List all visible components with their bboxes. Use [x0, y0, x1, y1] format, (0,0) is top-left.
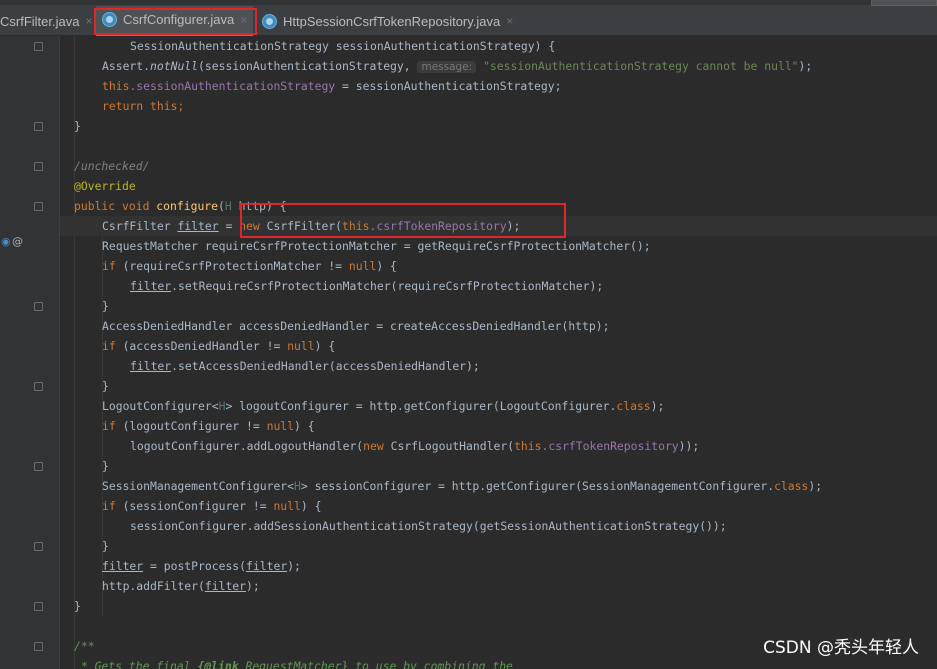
tab-label: CsrfFilter.java	[0, 13, 80, 29]
fold-marker-icon[interactable]	[34, 602, 43, 611]
fold-marker-icon[interactable]	[34, 302, 43, 311]
code-line: this.sessionAuthenticationStrategy = ses…	[102, 79, 562, 93]
code-line-current: CsrfFilter filter = new CsrfFilter(this.…	[60, 216, 937, 236]
code-line: return this;	[102, 99, 185, 113]
editor-gutter: ◉ @	[0, 36, 60, 669]
code-line: }	[102, 299, 109, 313]
code-line: if (requireCsrfProtectionMatcher != null…	[102, 259, 397, 273]
fold-marker-icon[interactable]	[34, 42, 43, 51]
fold-marker-icon[interactable]	[34, 642, 43, 651]
close-icon[interactable]: ×	[240, 13, 247, 27]
code-line: }	[102, 539, 109, 553]
java-class-icon	[262, 13, 277, 29]
code-line: }	[74, 599, 81, 613]
code-line: SessionManagementConfigurer<H> sessionCo…	[102, 479, 823, 493]
code-line: if (sessionConfigurer != null) {	[102, 499, 322, 513]
tab-csrf-configurer[interactable]: CsrfConfigurer.java ×	[96, 6, 254, 36]
fold-marker-icon[interactable]	[34, 202, 43, 211]
watermark: CSDN @秃头年轻人	[763, 638, 919, 658]
code-line: }	[74, 119, 81, 133]
java-class-icon	[102, 12, 117, 27]
code-line: filter = postProcess(filter);	[102, 559, 301, 573]
code-line: AccessDeniedHandler accessDeniedHandler …	[102, 319, 610, 333]
code-line: LogoutConfigurer<H> logoutConfigurer = h…	[102, 399, 665, 413]
fold-marker-icon[interactable]	[34, 542, 43, 551]
tab-label: CsrfConfigurer.java	[123, 12, 235, 27]
code-line: @Override	[74, 179, 136, 193]
code-line: if (logoutConfigurer != null) {	[102, 419, 315, 433]
code-line: RequestMatcher requireCsrfProtectionMatc…	[102, 239, 651, 253]
fold-marker-icon[interactable]	[34, 462, 43, 471]
code-line: logoutConfigurer.addLogoutHandler(new Cs…	[130, 439, 700, 453]
tab-http-session-csrf-token-repository[interactable]: HttpSessionCsrfTokenRepository.java ×	[262, 6, 513, 36]
fold-marker-icon[interactable]	[34, 122, 43, 131]
code-line: filter.setAccessDeniedHandler(accessDeni…	[130, 359, 480, 373]
code-line: }	[102, 459, 109, 473]
code-line: if (accessDeniedHandler != null) {	[102, 339, 336, 353]
code-line: public void configure(H http) {	[74, 199, 287, 213]
code-line: SessionAuthenticationStrategy sessionAut…	[130, 39, 556, 53]
code-line: filter.setRequireCsrfProtectionMatcher(r…	[130, 279, 604, 293]
implements-marker-icon[interactable]: ◉	[1, 235, 11, 248]
fold-marker-icon[interactable]	[34, 162, 43, 171]
code-line: /unchecked/	[74, 159, 150, 173]
tab-csrf-filter[interactable]: CsrfFilter.java ×	[0, 6, 92, 36]
code-line: }	[102, 379, 109, 393]
close-icon[interactable]: ×	[506, 14, 513, 28]
code-editor[interactable]: SessionAuthenticationStrategy sessionAut…	[60, 36, 937, 669]
code-line: Assert.notNull(sessionAuthenticationStra…	[102, 59, 813, 73]
editor-tab-bar: CsrfFilter.java × CsrfConfigurer.java × …	[0, 0, 937, 36]
parameter-hint: message:	[417, 61, 477, 73]
close-icon[interactable]: ×	[85, 14, 92, 28]
code-line: http.addFilter(filter);	[102, 579, 260, 593]
code-line: sessionConfigurer.addSessionAuthenticati…	[130, 519, 727, 533]
toolbar-widget[interactable]	[871, 0, 937, 6]
fold-marker-icon[interactable]	[34, 382, 43, 391]
tab-label: HttpSessionCsrfTokenRepository.java	[283, 13, 501, 29]
override-marker-icon[interactable]: @	[12, 235, 23, 248]
navigation-strip	[0, 0, 937, 5]
